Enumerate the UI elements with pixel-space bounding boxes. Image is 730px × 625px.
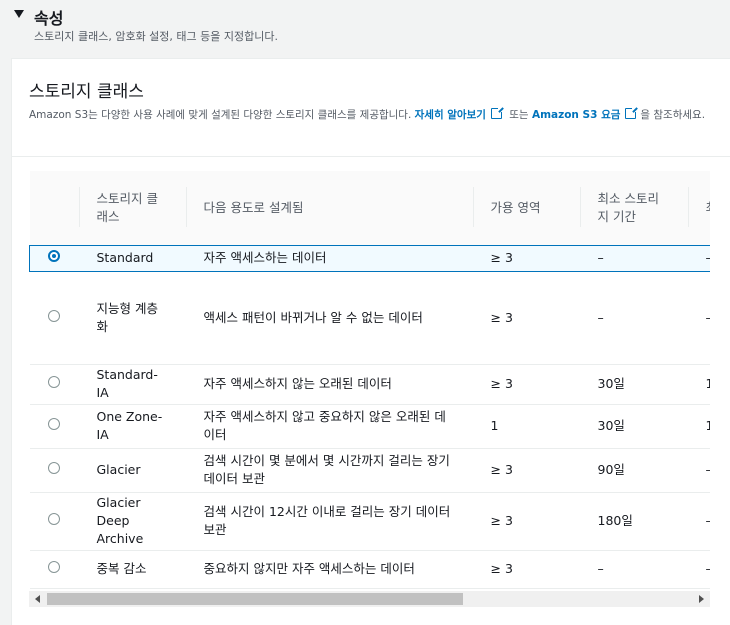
availability-zones-cell: 1 <box>472 404 580 449</box>
pricing-link[interactable]: Amazon S3 요금 <box>531 106 640 121</box>
table-row[interactable]: 중복 감소중요하지 않지만 자주 액세스하는 데이터≥ 3–– <box>29 550 710 589</box>
radio-cell[interactable] <box>29 404 79 449</box>
truncated-cell: – <box>687 244 710 272</box>
header-min-storage-duration[interactable]: 최소 스토리지 기간 <box>579 171 688 245</box>
table-row[interactable]: Glacier 검색 시간이 몇 분에서 몇 시간까지 걸리는 장기 데이터 보관… <box>29 448 710 493</box>
scroll-left-icon[interactable] <box>35 595 40 603</box>
horizontal-scrollbar[interactable] <box>29 591 710 607</box>
storage-class-radio[interactable] <box>47 376 60 388</box>
min-storage-duration-cell: – <box>579 271 688 365</box>
radio-cell[interactable] <box>29 550 79 589</box>
truncated-cell: – <box>687 448 710 493</box>
radio-cell[interactable] <box>29 448 79 493</box>
section-title[interactable]: 속성 <box>34 5 63 29</box>
external-link-icon <box>490 106 504 119</box>
truncated-cell: 1 <box>687 364 710 405</box>
learn-more-link-label: 자세히 알아보기 <box>414 109 486 121</box>
storage-class-cell: Standard <box>78 244 186 272</box>
learn-more-link[interactable]: 자세히 알아보기 <box>414 106 506 121</box>
storage-class-table: 스토리지 클래스 다음 용도로 설계됨 가용 영역 최소 스토리지 기간 최 S… <box>29 171 710 601</box>
truncated-cell: – <box>687 492 710 551</box>
min-storage-duration-cell: – <box>579 550 688 589</box>
min-storage-duration-cell: 30일 <box>579 364 688 405</box>
header-select <box>30 171 79 245</box>
storage-class-panel: 스토리지 클래스 Amazon S3는 다양한 사용 사례에 맞게 설계된 다양… <box>11 58 730 625</box>
availability-zones-cell: ≥ 3 <box>472 244 580 272</box>
storage-class-cell: One Zone-IA <box>78 404 186 449</box>
radio-cell[interactable] <box>29 271 79 365</box>
truncated-cell: 1 <box>687 404 710 449</box>
min-storage-duration-cell: – <box>579 244 688 272</box>
designed-for-cell: 검색 시간이 12시간 이내로 걸리는 장기 데이터 보관 <box>185 492 473 551</box>
availability-zones-cell: ≥ 3 <box>472 550 580 589</box>
table-row[interactable]: 지능형 계층화액세스 패턴이 바뀌거나 알 수 없는 데이터≥ 3–– <box>29 271 710 365</box>
availability-zones-cell: ≥ 3 <box>472 492 580 551</box>
external-link-icon <box>625 106 639 119</box>
panel-title: 스토리지 클래스 <box>29 82 144 102</box>
scroll-thumb[interactable] <box>47 593 463 605</box>
header-truncated[interactable]: 최 <box>687 171 710 245</box>
table-row[interactable]: Standard-IA 자주 액세스하지 않는 오래된 데이터 ≥ 3 30일 1 <box>29 364 710 405</box>
availability-zones-cell: ≥ 3 <box>472 448 580 493</box>
min-storage-duration-cell: 30일 <box>579 404 688 449</box>
storage-class-cell: Glacier <box>78 448 186 493</box>
designed-for-cell: 자주 액세스하는 데이터 <box>185 244 473 272</box>
truncated-cell: – <box>687 550 710 589</box>
storage-class-cell: 지능형 계층화 <box>78 271 186 365</box>
storage-class-radio[interactable] <box>47 418 60 430</box>
storage-class-radio[interactable] <box>48 250 60 262</box>
header-availability-zones[interactable]: 가용 영역 <box>472 171 580 245</box>
description-text: Amazon S3는 다양한 사용 사례에 맞게 설계된 다양한 스토리지 클래… <box>29 109 412 121</box>
properties-section-header: 속성 스토리지 클래스, 암호화 설정, 태그 등을 지정합니다. <box>0 0 730 50</box>
storage-class-radio[interactable] <box>47 561 60 573</box>
designed-for-cell: 중요하지 않지만 자주 액세스하는 데이터 <box>185 550 473 589</box>
description-text-middle: 또는 <box>509 109 529 121</box>
radio-cell[interactable] <box>29 492 79 551</box>
truncated-cell: – <box>687 271 710 365</box>
designed-for-cell: 자주 액세스하지 않는 오래된 데이터 <box>185 364 473 405</box>
panel-description: Amazon S3는 다양한 사용 사례에 맞게 설계된 다양한 스토리지 클래… <box>29 106 714 124</box>
caret-down-icon[interactable] <box>14 10 24 18</box>
min-storage-duration-cell: 180일 <box>579 492 688 551</box>
pricing-link-label: Amazon S3 요금 <box>531 109 621 121</box>
min-storage-duration-cell: 90일 <box>579 448 688 493</box>
table-row[interactable]: Standard자주 액세스하는 데이터≥ 3–– <box>29 244 710 272</box>
radio-cell[interactable] <box>29 364 79 405</box>
designed-for-cell: 검색 시간이 몇 분에서 몇 시간까지 걸리는 장기 데이터 보관 <box>185 448 473 493</box>
panel-header: 스토리지 클래스 Amazon S3는 다양한 사용 사례에 맞게 설계된 다양… <box>12 59 730 157</box>
storage-class-cell: Standard-IA <box>78 364 186 405</box>
storage-class-radio[interactable] <box>47 462 60 474</box>
availability-zones-cell: ≥ 3 <box>472 364 580 405</box>
table-row[interactable]: Glacier Deep Archive 검색 시간이 12시간 이내로 걸리는 … <box>29 492 710 551</box>
section-description: 스토리지 클래스, 암호화 설정, 태그 등을 지정합니다. <box>34 30 278 43</box>
availability-zones-cell: ≥ 3 <box>472 271 580 365</box>
storage-class-radio[interactable] <box>47 513 60 525</box>
designed-for-cell: 액세스 패턴이 바뀌거나 알 수 없는 데이터 <box>185 271 473 365</box>
header-storage-class[interactable]: 스토리지 클래스 <box>78 171 186 245</box>
table-row[interactable]: One Zone-IA 자주 액세스하지 않고 중요하지 않은 오래된 데이터 1 3… <box>29 404 710 449</box>
scroll-right-icon[interactable] <box>699 595 704 603</box>
radio-cell[interactable] <box>29 244 79 272</box>
storage-class-cell: 중복 감소 <box>78 550 186 589</box>
table-header-row: 스토리지 클래스 다음 용도로 설계됨 가용 영역 최소 스토리지 기간 최 <box>29 171 710 245</box>
designed-for-cell: 자주 액세스하지 않고 중요하지 않은 오래된 데이터 <box>185 404 473 449</box>
storage-class-radio[interactable] <box>47 309 60 322</box>
header-designed-for[interactable]: 다음 용도로 설계됨 <box>185 171 473 245</box>
description-text-suffix: 을 참조하세요. <box>640 109 706 121</box>
storage-class-cell: Glacier Deep Archive <box>78 492 186 551</box>
